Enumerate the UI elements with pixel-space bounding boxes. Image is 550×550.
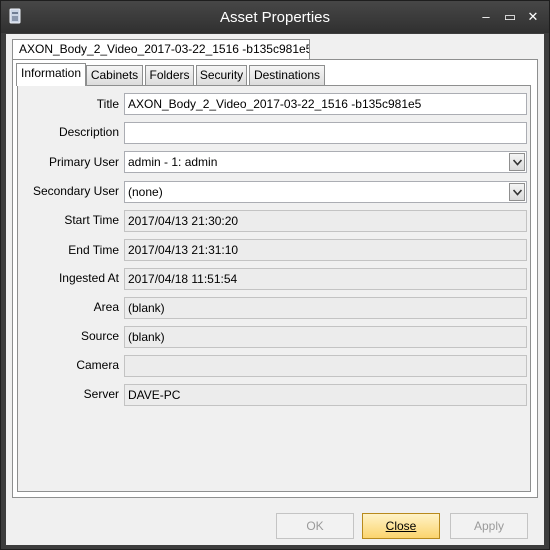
primary-user-label: Primary User xyxy=(48,155,119,169)
tab-security[interactable]: Security xyxy=(196,65,247,85)
chevron-down-icon xyxy=(513,159,522,166)
chevron-down-icon xyxy=(513,189,522,196)
description-label: Description xyxy=(58,125,119,139)
title-bar[interactable]: Asset Properties – ▭ ✕ xyxy=(1,1,549,33)
secondary-user-value: (none) xyxy=(128,185,163,199)
area-label: Area xyxy=(93,300,119,314)
end-time-label: End Time xyxy=(68,243,119,257)
camera-field xyxy=(124,355,527,377)
camera-label: Camera xyxy=(76,358,119,372)
server-field: DAVE-PC xyxy=(124,384,527,406)
primary-user-value: admin - 1: admin xyxy=(128,155,218,169)
secondary-user-select[interactable]: (none) xyxy=(124,181,527,203)
close-button-label: Close xyxy=(385,519,417,533)
maximize-button[interactable]: ▭ xyxy=(501,9,519,25)
document-tab[interactable]: AXON_Body_2_Video_2017-03-22_1516 -b135c… xyxy=(12,39,310,59)
apply-button[interactable]: Apply xyxy=(450,513,528,539)
tab-information[interactable]: Information xyxy=(16,63,86,86)
start-time-field: 2017/04/13 21:30:20 xyxy=(124,210,527,232)
source-label: Source xyxy=(80,329,119,343)
ingested-at-field: 2017/04/18 11:51:54 xyxy=(124,268,527,290)
tab-folders[interactable]: Folders xyxy=(145,65,194,85)
primary-user-dropdown-button[interactable] xyxy=(509,153,525,171)
tab-cabinets[interactable]: Cabinets xyxy=(86,65,143,85)
close-window-button[interactable]: ✕ xyxy=(524,9,542,25)
title-input[interactable]: AXON_Body_2_Video_2017-03-22_1516 -b135c… xyxy=(124,93,527,115)
window-title: Asset Properties xyxy=(219,9,331,26)
asset-properties-window: Asset Properties – ▭ ✕ AXON_Body_2_Video… xyxy=(0,0,550,550)
source-field: (blank) xyxy=(124,326,527,348)
end-time-field: 2017/04/13 21:31:10 xyxy=(124,239,527,261)
secondary-user-dropdown-button[interactable] xyxy=(509,183,525,201)
secondary-user-label: Secondary User xyxy=(32,184,119,198)
start-time-label: Start Time xyxy=(64,213,119,227)
close-button[interactable]: Close xyxy=(362,513,440,539)
title-label: Title xyxy=(96,97,119,111)
minimize-button[interactable]: – xyxy=(477,9,495,25)
ok-button[interactable]: OK xyxy=(276,513,354,539)
primary-user-select[interactable]: admin - 1: admin xyxy=(124,151,527,173)
dialog-client-area: AXON_Body_2_Video_2017-03-22_1516 -b135c… xyxy=(6,34,544,545)
tab-destinations[interactable]: Destinations xyxy=(249,65,325,85)
server-label: Server xyxy=(83,387,119,401)
area-field: (blank) xyxy=(124,297,527,319)
ingested-at-label: Ingested At xyxy=(58,271,119,285)
description-input[interactable] xyxy=(124,122,527,144)
